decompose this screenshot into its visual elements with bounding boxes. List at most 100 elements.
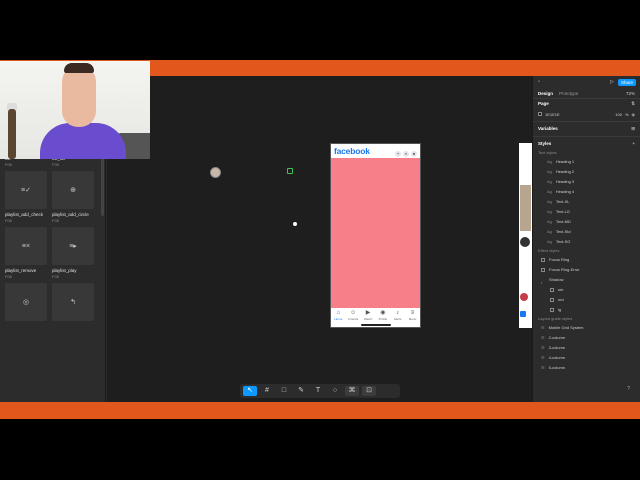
orange-bottom-bar [0,402,640,419]
layout-style-item[interactable]: ☰ Mobile Grid System [533,323,640,333]
asset-subtext: F06 [5,218,12,223]
grid-icon: ☰ [541,335,545,340]
text-style-label: Text-LG [555,209,570,214]
layout-style-label: 5-column [548,365,566,370]
shadow-style-item[interactable]: md [533,295,640,305]
nav-item-home[interactable]: ⌂ Home [331,310,345,327]
text-style-item[interactable]: Ag Text-LG [533,207,640,217]
asset-tile[interactable]: ◎ [5,283,47,325]
home-indicator [361,324,391,326]
pen-tool[interactable]: ✎ [294,386,308,396]
search-icon[interactable]: ⌕ [403,151,409,157]
messenger-icon[interactable]: ● [411,151,417,157]
canvas[interactable] [107,76,532,402]
layout-style-item[interactable]: ☰ 2-column [533,333,640,343]
avatar [520,237,530,247]
panel-tabs: Design Prototype 72% [533,88,640,99]
layout-style-item[interactable]: ☰ 4-column [533,353,640,363]
swap-icon[interactable]: ⇅ [631,99,635,109]
asset-thumbnail[interactable]: ↰ [52,283,94,321]
play-icon[interactable]: ▷ [610,79,614,85]
text-style-item[interactable]: Ag Heading 3 [533,177,640,187]
frame-tool[interactable]: # [260,386,274,396]
phone-frame[interactable]: facebook + ⌕ ● ⌂ Home ☺ Friends ▶ Watch ◉ Profile… [330,143,421,328]
text-style-item[interactable]: Ag Text-SG [533,237,640,247]
variables-heading: Variables [538,126,558,131]
nav-item-alerts[interactable]: ♪ Alerts [391,310,405,327]
check-icon[interactable] [287,168,293,174]
eye-icon[interactable]: ◉ [632,112,636,117]
share-button[interactable]: Share [617,78,636,86]
text-style-icon: Ag [547,229,552,234]
bottom-toolbar: ↖ # □ ✎ T ○ ⌘ ⊡ [240,384,400,398]
text-style-label: Heading 2 [555,169,575,174]
asset-thumbnail[interactable]: ≡▸ [52,227,94,265]
move-tool[interactable]: ↖ [243,386,257,396]
text-style-item[interactable]: Ag Text-Std [533,227,640,237]
asset-thumbnail[interactable]: ◎ [5,283,47,321]
effect-style-item[interactable]: › Shadow [533,275,640,285]
design-panel: ◔ ▷ Share Design Prototype 72% Page ⇅ 1E1… [532,76,640,402]
styles-header: Styles + [533,139,640,149]
zoom-level[interactable]: 72% [626,91,635,96]
page-opacity[interactable]: 100 [615,112,622,117]
effect-styles-heading: Effect styles [538,248,560,253]
avatar[interactable] [210,167,221,178]
effect-style-item[interactable]: Focus Ring [533,255,640,265]
asset-tile[interactable]: ⊕ playlist_add_circle F05 [52,171,94,223]
effect-style-label: Focus Ring-Error [549,267,580,272]
tab-prototype[interactable]: Prototype [559,91,578,96]
asset-thumbnail[interactable]: ≡× [5,227,47,265]
divider [533,136,640,137]
shape-tool[interactable]: □ [277,386,291,396]
shadow-style-item[interactable]: sm [533,285,640,295]
nav-item-friends[interactable]: ☺ Friends [346,310,360,327]
nav-item-menu[interactable]: ≡ Menu [406,310,420,327]
page-fill-row[interactable]: 1E1E1E 100% ◉ [533,109,640,119]
second-phone-frame[interactable] [519,143,532,328]
shadow-style-item[interactable]: lg [533,305,640,315]
tab-design[interactable]: Design [538,91,553,96]
shadow-style-label: sm [558,287,564,292]
scrollbar[interactable] [101,156,104,216]
shadow-style-label: md [558,297,564,302]
text-style-item[interactable]: Ag Heading 4 [533,187,640,197]
text-style-item[interactable]: Ag Heading 2 [533,167,640,177]
asset-name: playlist_play [52,268,77,273]
text-style-item[interactable]: Ag Text-XL [533,197,640,207]
nav-label: Menu [408,317,417,321]
asset-subtext: F06 [5,162,12,167]
variables-header[interactable]: Variables ⊞ [533,124,640,134]
components-tool[interactable]: ⌘ [345,386,359,396]
plus-icon[interactable]: + [395,151,401,157]
layout-styles-list: ☰ Mobile Grid System ☰ 2-column ☰ 3-column ☰ 4-… [533,323,640,373]
text-style-item[interactable]: Ag Text-MD [533,217,640,227]
help-icon[interactable]: ? [627,386,630,392]
multiplayer-icon[interactable]: ◔ [537,79,540,85]
asset-tile[interactable]: ≡✓ playlist_add_check F06 [5,171,47,223]
asset-thumbnail[interactable]: ≡✓ [5,171,47,209]
effect-style-label: Focus Ring [549,257,570,262]
effect-style-item[interactable]: Focus Ring-Error [533,265,640,275]
text-style-item[interactable]: Ag Heading 1 [533,157,640,167]
comment-tool[interactable]: ○ [328,386,342,396]
add-icon[interactable]: + [632,139,635,149]
color-swatch[interactable] [538,112,542,116]
person-shirt [40,123,126,159]
text-style-icon: Ag [547,189,552,194]
dev-mode-tool[interactable]: ⊡ [362,386,376,396]
asset-subtext: F05 [52,218,59,223]
text-tool[interactable]: T [311,386,325,396]
asset-tile[interactable]: ↰ [52,283,94,325]
page-color[interactable]: 1E1E1E [545,112,560,117]
asset-tile[interactable]: ≡▸ playlist_play F05 [52,227,94,279]
folder-icon: › [541,280,543,285]
text-style-label: Text-SG [555,239,571,244]
asset-tile[interactable]: ≡× playlist_remove F06 [5,227,47,279]
variables-icon[interactable]: ⊞ [631,124,635,134]
layout-style-item[interactable]: ☰ 5-column [533,363,640,373]
divider [533,121,640,122]
asset-icon: ⊕ [70,187,76,194]
layout-style-item[interactable]: ☰ 3-column [533,343,640,353]
asset-thumbnail[interactable]: ⊕ [52,171,94,209]
